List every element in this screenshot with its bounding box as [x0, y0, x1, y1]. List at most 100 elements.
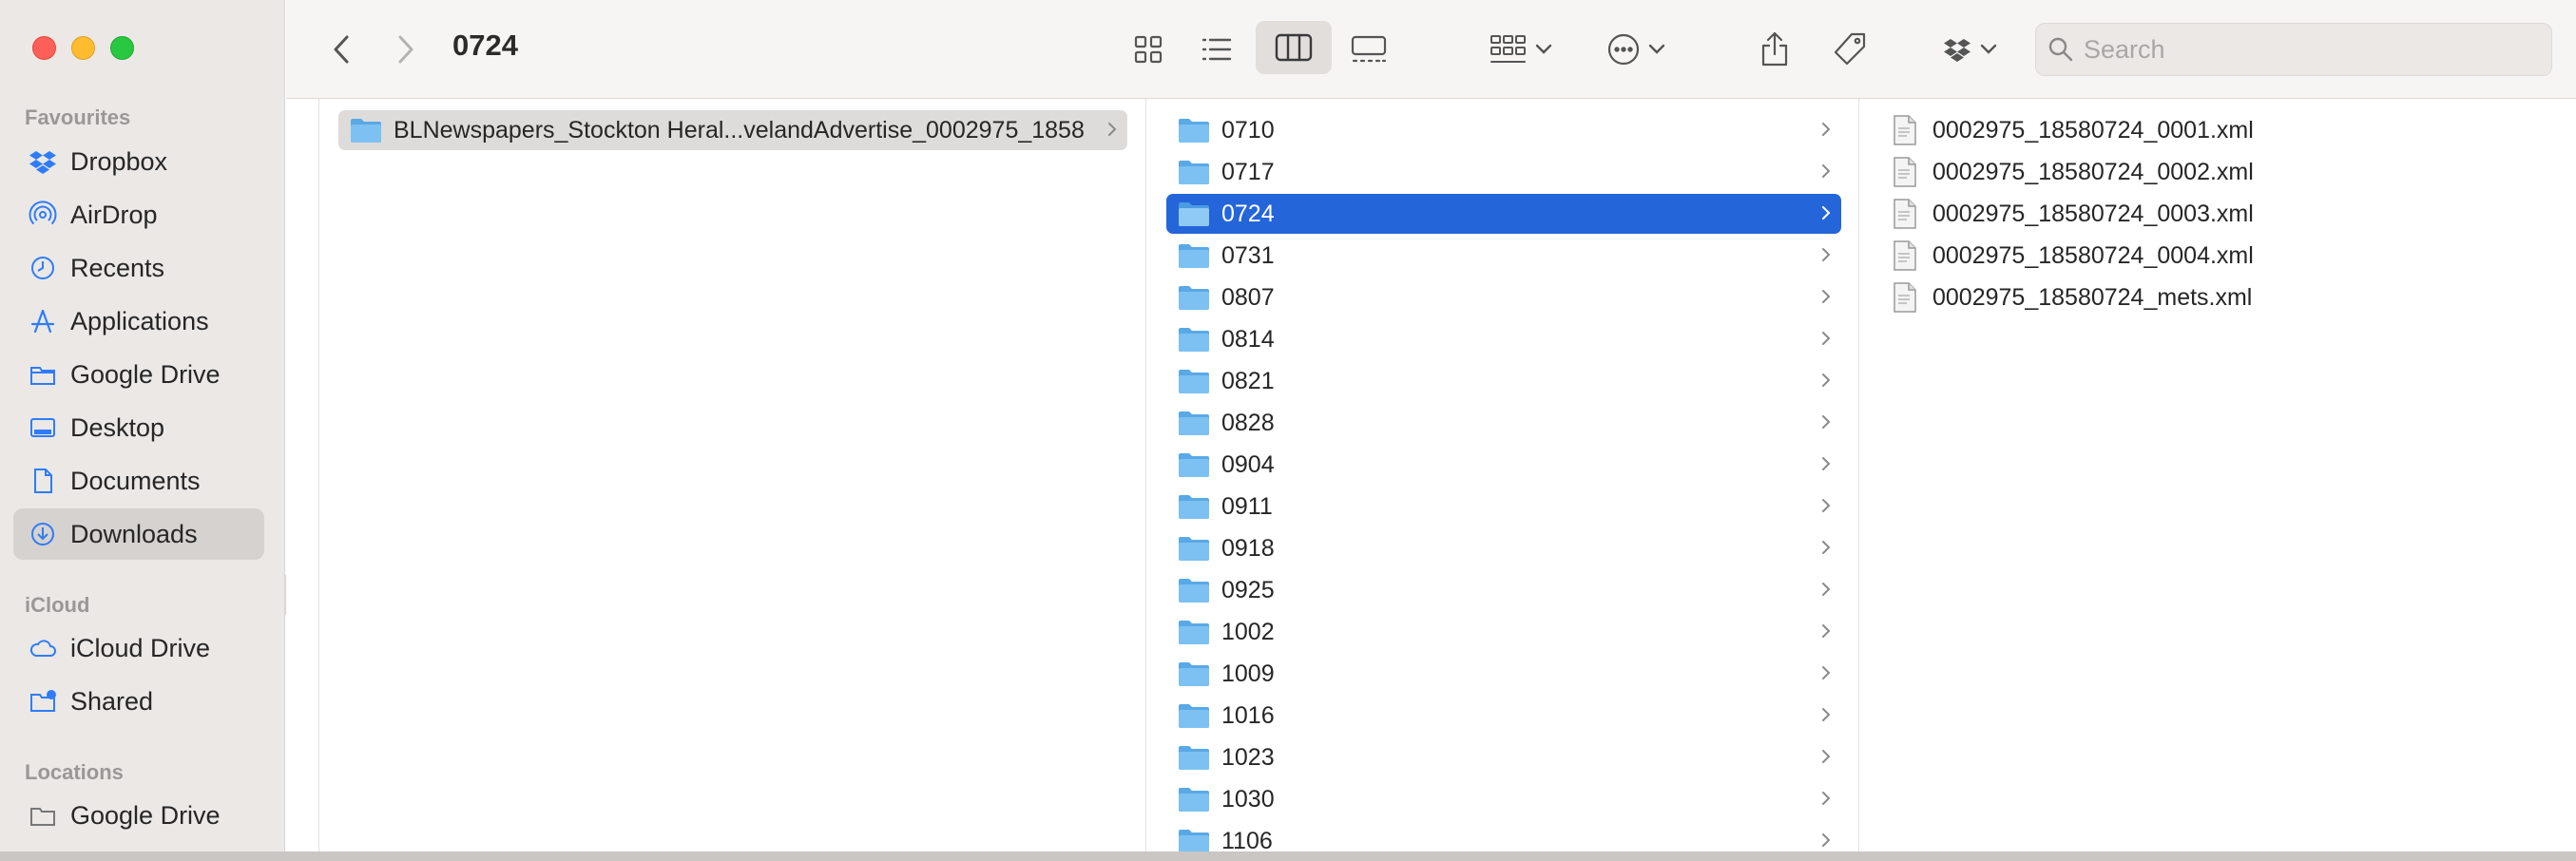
- sidebar-item-label: AirDrop: [70, 200, 158, 229]
- folder-icon: [1179, 621, 1209, 644]
- search-field[interactable]: [2035, 23, 2552, 76]
- sidebar-item-applications[interactable]: Applications: [13, 296, 264, 347]
- folder-row[interactable]: 0911: [1166, 487, 1841, 526]
- chevron-right-icon: [398, 35, 413, 64]
- sidebar-item-dropbox[interactable]: Dropbox: [13, 136, 264, 187]
- folder-row[interactable]: 1002: [1166, 612, 1841, 652]
- chevron-right-icon: [1822, 666, 1831, 679]
- sidebar-item-google-drive-location[interactable]: Google Drive: [13, 790, 264, 841]
- file-row[interactable]: 0002975_18580724_0003.xml: [1893, 194, 2548, 234]
- folder-row[interactable]: 0717: [1166, 152, 1841, 192]
- folder-icon: [27, 358, 59, 391]
- folder-row[interactable]: 1030: [1166, 779, 1841, 819]
- clock-icon: [27, 252, 59, 284]
- share-button[interactable]: [1754, 23, 1796, 74]
- folder-row[interactable]: 0925: [1166, 570, 1841, 610]
- toolbar: 0724: [286, 0, 2576, 99]
- grid-view-icon: [1134, 35, 1163, 64]
- forward-button[interactable]: [389, 29, 423, 70]
- folder-row[interactable]: 0724: [1166, 194, 1841, 234]
- column-months[interactable]: 0710 0717 0724 0731 0807 0814 0821 0828 0904 0911…: [1147, 99, 1859, 851]
- folder-row[interactable]: 1023: [1166, 737, 1841, 777]
- chevron-right-icon: [1822, 624, 1831, 638]
- chevron-left-icon: [334, 35, 349, 64]
- minimize-window-button[interactable]: [71, 36, 95, 60]
- chevron-right-icon: [1822, 164, 1831, 178]
- folder-row[interactable]: 0821: [1166, 361, 1841, 401]
- folder-row[interactable]: 0904: [1166, 445, 1841, 485]
- folder-icon: [1179, 537, 1209, 561]
- airdrop-icon: [27, 199, 59, 231]
- folder-name: 0911: [1221, 492, 1273, 520]
- close-window-button[interactable]: [32, 36, 56, 60]
- sidebar-heading-locations: Locations: [25, 760, 124, 784]
- chevron-right-icon: [1822, 332, 1831, 345]
- chevron-right-icon: [1822, 541, 1831, 554]
- sidebar-item-label: Dropbox: [70, 146, 168, 176]
- window-bottom-edge: [0, 851, 2576, 861]
- file-row[interactable]: 0002975_18580724_0002.xml: [1893, 152, 2548, 192]
- folder-icon: [1179, 370, 1209, 393]
- column-parent[interactable]: BLNewspapers_Stockton Heral...velandAdve…: [319, 99, 1146, 851]
- column-scroll-gutter: [286, 99, 319, 851]
- sidebar-item-desktop[interactable]: Desktop: [13, 402, 264, 453]
- file-name: 0002975_18580724_0003.xml: [1932, 200, 2254, 227]
- xml-file-icon: [1894, 282, 1916, 313]
- chevron-right-icon: [1822, 750, 1831, 763]
- dropbox-menu-button[interactable]: [1936, 27, 2003, 72]
- column-view-button[interactable]: [1256, 21, 1332, 74]
- folder-icon: [1179, 579, 1209, 603]
- folder-row[interactable]: 0731: [1166, 236, 1841, 276]
- zoom-window-button[interactable]: [110, 36, 134, 60]
- download-icon: [27, 518, 59, 550]
- chevron-right-icon: [1108, 123, 1117, 136]
- folder-row[interactable]: 0814: [1166, 319, 1841, 359]
- chevron-down-icon: [1535, 44, 1552, 54]
- sidebar-item-downloads[interactable]: Downloads: [13, 508, 264, 560]
- sidebar-item-label: Downloads: [70, 519, 198, 548]
- sidebar-item-icloud-drive[interactable]: iCloud Drive: [13, 622, 264, 674]
- folder-row[interactable]: 0807: [1166, 277, 1841, 317]
- folder-icon: [1179, 453, 1209, 477]
- shared-folder-icon: [27, 685, 59, 718]
- folder-row[interactable]: 0710: [1166, 110, 1841, 150]
- folder-row[interactable]: 1106: [1166, 821, 1841, 851]
- file-name: 0002975_18580724_0001.xml: [1932, 116, 2254, 144]
- sidebar-item-airdrop[interactable]: AirDrop: [13, 189, 264, 240]
- list-item[interactable]: BLNewspapers_Stockton Heral...velandAdve…: [338, 110, 1127, 150]
- drive-icon: [27, 799, 59, 832]
- list-view-button[interactable]: [1191, 27, 1242, 72]
- chevron-down-icon: [1648, 44, 1665, 54]
- file-row[interactable]: 0002975_18580724_mets.xml: [1893, 277, 2548, 317]
- folder-icon: [1179, 244, 1209, 268]
- xml-file-icon: [1894, 157, 1916, 187]
- sidebar-item-google-drive[interactable]: Google Drive: [13, 349, 264, 400]
- chevron-right-icon: [1822, 206, 1831, 220]
- tags-button[interactable]: [1828, 25, 1872, 74]
- sidebar-item-recents[interactable]: Recents: [13, 242, 264, 294]
- folder-name: 0710: [1221, 116, 1275, 144]
- folder-row[interactable]: 0918: [1166, 528, 1841, 568]
- icon-view-button[interactable]: [1123, 27, 1174, 72]
- folder-row[interactable]: 1016: [1166, 696, 1841, 736]
- window-title: 0724: [452, 29, 518, 62]
- file-row[interactable]: 0002975_18580724_0001.xml: [1893, 110, 2548, 150]
- back-button[interactable]: [324, 29, 358, 70]
- gallery-view-button[interactable]: [1341, 27, 1396, 72]
- folder-name: 1002: [1221, 618, 1275, 645]
- sidebar-heading-favourites: Favourites: [25, 105, 131, 129]
- search-input[interactable]: [2084, 34, 2521, 65]
- sidebar-item-documents[interactable]: Documents: [13, 455, 264, 507]
- gallery-view-icon: [1351, 35, 1387, 63]
- action-button[interactable]: [1598, 27, 1674, 72]
- file-row[interactable]: 0002975_18580724_0004.xml: [1893, 236, 2548, 276]
- group-by-button[interactable]: [1482, 27, 1560, 72]
- chevron-right-icon: [1822, 123, 1831, 136]
- chevron-down-icon: [1980, 44, 1997, 54]
- column-files[interactable]: 0002975_18580724_0001.xml 0002975_1858072…: [1860, 99, 2576, 851]
- file-name: 0002975_18580724_0002.xml: [1932, 158, 2254, 185]
- folder-name: 0925: [1221, 576, 1275, 603]
- folder-row[interactable]: 1009: [1166, 654, 1841, 694]
- sidebar-item-shared[interactable]: Shared: [13, 676, 264, 727]
- folder-row[interactable]: 0828: [1166, 403, 1841, 443]
